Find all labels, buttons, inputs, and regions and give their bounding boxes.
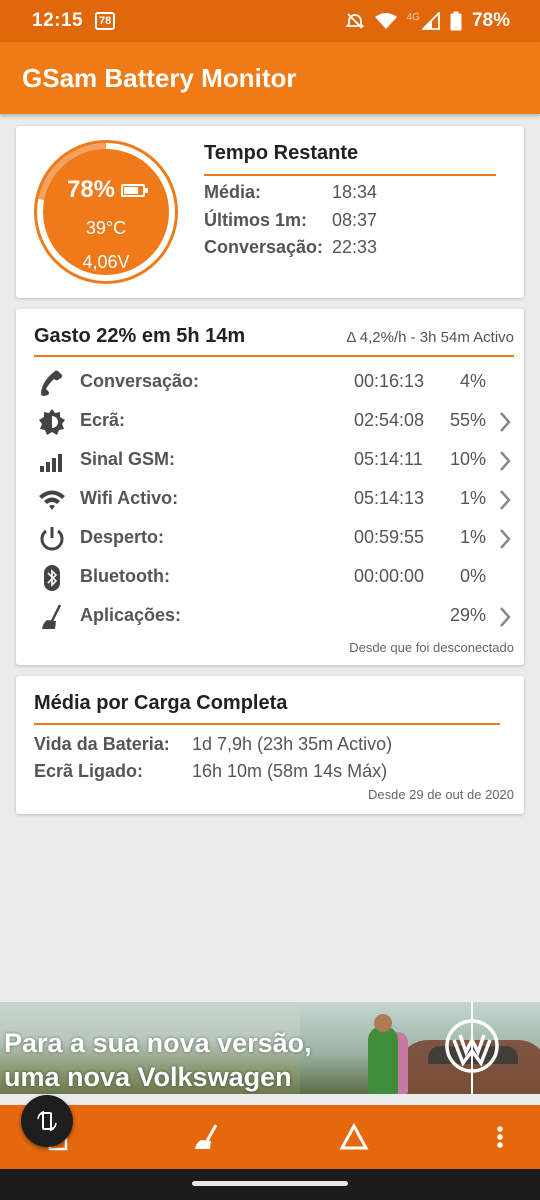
chevron-right-icon[interactable] xyxy=(498,489,512,511)
chevron-right-icon[interactable] xyxy=(498,606,512,628)
ad-text-line2: uma nova Volkswagen xyxy=(4,1062,292,1092)
usage-duration: 05:14:13 xyxy=(354,488,425,508)
title-underline xyxy=(204,174,496,176)
bottom-action-bar xyxy=(0,1105,540,1169)
phone-icon xyxy=(41,370,63,396)
delta-icon[interactable] xyxy=(338,1121,370,1153)
status-bar: 12:15 78 4G 78% xyxy=(0,0,540,42)
chevron-right-icon[interactable] xyxy=(498,450,512,472)
gauge-voltage: 4,06V xyxy=(82,252,130,272)
remaining-value: 18:34 xyxy=(332,182,378,202)
wifi-status-icon xyxy=(374,13,397,29)
gauge-readouts: 78% 39°C 4,06V xyxy=(32,138,180,286)
title-underline xyxy=(34,723,500,725)
usage-footer: Desde que foi desconectado xyxy=(349,640,514,655)
usage-percent: 1% xyxy=(459,488,486,508)
apps-broom-icon[interactable] xyxy=(190,1121,222,1153)
average-label: Ecrã Ligado: xyxy=(34,761,144,781)
rotate-icon xyxy=(37,1110,57,1132)
usage-row-screen[interactable]: Ecrã: 02:54:08 55% xyxy=(16,402,524,441)
usage-percent: 4% xyxy=(459,371,486,391)
remaining-label: Últimos 1m: xyxy=(204,210,308,230)
rotate-button[interactable] xyxy=(21,1095,73,1147)
signal-bars-icon xyxy=(40,454,62,472)
screen-brightness-icon xyxy=(39,409,65,435)
usage-duration: 00:59:55 xyxy=(354,527,425,547)
remaining-value: 22:33 xyxy=(332,237,378,257)
chevron-right-icon[interactable] xyxy=(498,528,512,550)
usage-duration: 02:54:08 xyxy=(354,410,425,430)
notification-badge-icon: 78 xyxy=(95,12,116,30)
home-gesture-handle[interactable] xyxy=(192,1181,348,1186)
gauge-percent-value: 78% xyxy=(66,176,116,203)
average-label: Vida da Bateria: xyxy=(34,734,170,754)
ad-banner[interactable]: Para a sua nova versão, uma nova Volkswa… xyxy=(0,1002,540,1094)
usage-row-bluetooth: Bluetooth: 00:00:00 0% xyxy=(16,558,524,597)
gauge-percent: 78% xyxy=(32,176,180,204)
wifi-icon xyxy=(39,490,65,510)
ad-person-image xyxy=(368,1014,398,1094)
status-time: 12:15 xyxy=(32,10,84,31)
status-icons: 4G 78% xyxy=(345,10,510,32)
usage-label: Wifi Activo: xyxy=(80,488,179,508)
usage-subtitle: Δ 4,2%/h - 3h 54m Activo xyxy=(346,329,514,346)
system-nav-bar xyxy=(0,1169,540,1200)
average-footer: Desde 29 de out de 2020 xyxy=(367,787,514,802)
usage-row-wifi[interactable]: Wifi Activo: 05:14:13 1% xyxy=(16,480,524,519)
apps-broom-icon xyxy=(42,604,62,629)
usage-percent: 10% xyxy=(449,449,486,469)
battery-icon xyxy=(121,183,149,197)
remaining-value: 08:37 xyxy=(332,210,378,230)
network-type-label: 4G xyxy=(406,11,420,23)
battery-status-icon xyxy=(450,11,462,31)
remaining-time-title: Tempo Restante xyxy=(204,142,359,164)
remaining-label: Conversação: xyxy=(204,237,324,257)
usage-label: Ecrã: xyxy=(80,410,126,430)
ad-text-line1: Para a sua nova versão, xyxy=(4,1028,312,1058)
app-title: GSam Battery Monitor xyxy=(22,62,297,93)
remaining-time-card[interactable]: 78% 39°C 4,06V Tempo Restante Média: 18:… xyxy=(16,126,524,298)
usage-duration: 00:16:13 xyxy=(354,371,425,391)
usage-row-gsm[interactable]: Sinal GSM: 05:14:11 10% xyxy=(16,441,524,480)
usage-duration: 05:14:11 xyxy=(354,449,423,469)
usage-duration: 00:00:00 xyxy=(354,566,425,586)
average-value: 1d 7,9h (23h 35m Activo) xyxy=(192,734,393,754)
average-title: Média por Carga Completa xyxy=(34,692,288,714)
usage-label: Conversação: xyxy=(80,371,200,391)
remaining-label: Média: xyxy=(204,182,262,202)
volkswagen-logo xyxy=(445,1019,499,1073)
usage-percent: 55% xyxy=(449,410,486,430)
gauge-temperature: 39°C xyxy=(85,218,127,238)
power-icon xyxy=(40,527,64,551)
usage-title: Gasto 22% em 5h 14m xyxy=(34,325,246,347)
usage-row-awake[interactable]: Desperto: 00:59:55 1% xyxy=(16,519,524,558)
average-card[interactable]: Média por Carga Completa Vida da Bateria… xyxy=(16,676,524,814)
chevron-right-icon[interactable] xyxy=(498,411,512,433)
usage-percent: 29% xyxy=(449,605,486,625)
usage-label: Sinal GSM: xyxy=(80,449,176,469)
bluetooth-icon xyxy=(44,565,60,591)
usage-row-call: Conversação: 00:16:13 4% xyxy=(16,363,524,402)
more-vert-icon[interactable] xyxy=(484,1121,516,1153)
usage-card: Gasto 22% em 5h 14m Δ 4,2%/h - 3h 54m Ac… xyxy=(16,309,524,665)
usage-label: Desperto: xyxy=(80,527,165,547)
app-bar: GSam Battery Monitor xyxy=(0,42,540,114)
usage-percent: 1% xyxy=(459,527,486,547)
usage-percent: 0% xyxy=(459,566,486,586)
usage-label: Aplicações: xyxy=(80,605,182,625)
usage-row-apps[interactable]: Aplicações: 29% xyxy=(16,597,524,636)
average-value: 16h 10m (58m 14s Máx) xyxy=(192,761,388,781)
cell-signal-icon xyxy=(421,12,440,30)
usage-label: Bluetooth: xyxy=(80,566,170,586)
title-underline xyxy=(34,355,514,357)
battery-status-percent: 78% xyxy=(471,10,510,31)
alarm-off-icon xyxy=(345,13,364,29)
